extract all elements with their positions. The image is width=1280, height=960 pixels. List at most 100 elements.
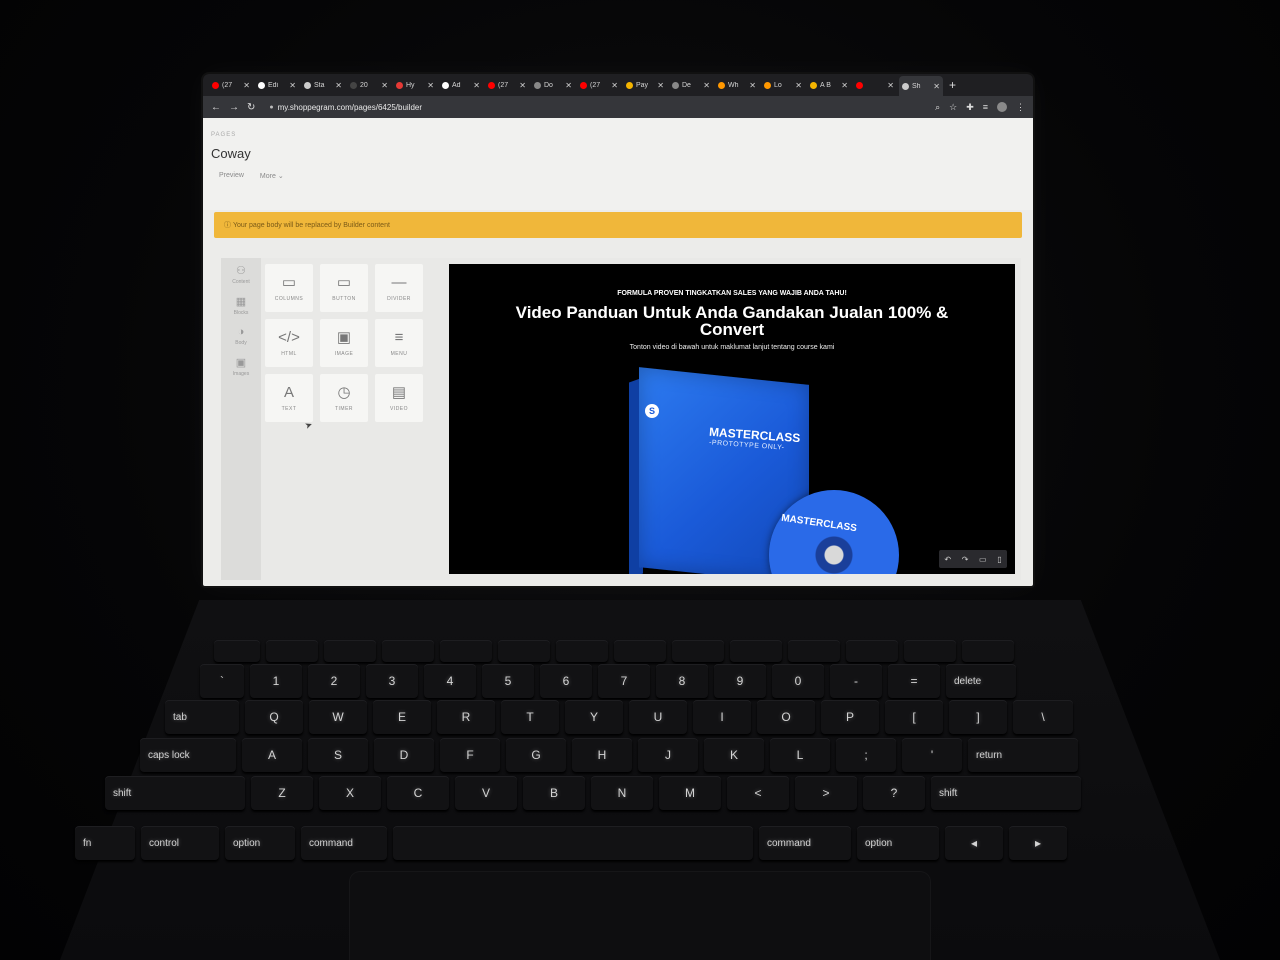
browser-tab[interactable]: De ✕ <box>669 77 713 93</box>
tool-divider[interactable]: — DIVIDER <box>375 264 423 312</box>
canvas-kicker[interactable]: FORMULA PROVEN TINGKATKAN SALES YANG WAJ… <box>449 290 1015 297</box>
tool-label: COLUMNS <box>274 296 304 302</box>
chevron-down-icon: ⌄ <box>277 173 284 180</box>
close-icon[interactable]: ✕ <box>519 81 526 90</box>
kebab-menu-icon[interactable]: ⋮ <box>1016 102 1025 113</box>
rail-item-images[interactable]: ▣ Images <box>233 356 249 377</box>
menu-icon: ≡ <box>394 329 404 346</box>
browser-tab[interactable]: Edi ✕ <box>255 77 299 93</box>
search-icon[interactable]: ⌕ <box>935 102 940 113</box>
close-icon[interactable]: ✕ <box>657 81 664 90</box>
close-icon[interactable]: ✕ <box>611 81 618 90</box>
forward-arrow-icon[interactable]: → <box>229 102 239 113</box>
close-icon[interactable]: ✕ <box>243 81 250 90</box>
brand-logo-icon: S <box>645 404 659 418</box>
close-icon[interactable]: ✕ <box>841 81 848 90</box>
browser-tab[interactable]: 20 ✕ <box>347 77 391 93</box>
playlist-icon[interactable]: ≡ <box>983 102 988 112</box>
tool-menu[interactable]: ≡ MENU <box>375 319 423 367</box>
canvas-subtext[interactable]: Tonton video di bawah untuk maklumat lan… <box>449 344 1015 351</box>
tool-label: TEXT <box>281 406 297 412</box>
browser-tab[interactable]: Pay ✕ <box>623 77 667 93</box>
trackpad[interactable] <box>350 872 930 960</box>
desktop-view-icon[interactable]: ▭ <box>979 555 987 564</box>
tool-button[interactable]: ▭ BUTTON <box>320 264 368 312</box>
builder-side-rail: ⚇ Content ▦ Blocks ◑ Body ▣ Images <box>221 258 261 580</box>
profile-avatar[interactable] <box>997 102 1007 112</box>
tool-label: TIMER <box>334 406 354 412</box>
tab-title: (27 <box>590 81 601 89</box>
reload-icon[interactable]: ↻ <box>247 102 255 113</box>
browser-tab[interactable]: Lo ✕ <box>761 77 805 93</box>
browser-tab[interactable]: Sh ✕ <box>899 76 943 96</box>
tool-video[interactable]: ▤ VIDEO <box>375 374 423 422</box>
page-builder: ⚇ Content ▦ Blocks ◑ Body ▣ Images ▭ COLUMNS ▭ BUT… <box>221 258 1021 580</box>
browser-tab[interactable]: Ad ✕ <box>439 77 483 93</box>
warning-banner: ⓘ Your page body will be replaced by Bui… <box>214 212 1022 238</box>
browser-tab[interactable]: (27 ✕ <box>577 77 621 93</box>
rail-item-blocks[interactable]: ▦ Blocks <box>234 295 249 316</box>
more-dropdown[interactable]: More ⌄ <box>260 172 284 180</box>
tool-html[interactable]: </> HTML <box>265 319 313 367</box>
tool-text[interactable]: A TEXT <box>265 374 313 422</box>
rail-item-label: Images <box>232 371 250 377</box>
close-icon[interactable]: ✕ <box>427 81 434 90</box>
tab-favicon-icon <box>258 81 265 89</box>
browser-tab[interactable]: Wh ✕ <box>715 77 759 93</box>
canvas-headline[interactable]: Video Panduan Untuk Anda Gandakan Jualan… <box>499 304 965 338</box>
close-icon[interactable]: ✕ <box>887 81 894 90</box>
browser-tab[interactable]: Do ✕ <box>531 77 575 93</box>
browser-tab[interactable]: (27 ✕ <box>209 77 253 93</box>
new-tab-icon[interactable]: + <box>949 78 956 92</box>
divider-icon: — <box>391 274 407 291</box>
tool-columns[interactable]: ▭ COLUMNS <box>265 264 313 312</box>
close-icon[interactable]: ✕ <box>795 81 802 90</box>
undo-icon[interactable]: ↶ <box>944 555 951 564</box>
canvas-controls: ↶ ↷ ▭ ▯ <box>939 550 1007 568</box>
close-icon[interactable]: ✕ <box>565 81 572 90</box>
close-icon[interactable]: ✕ <box>335 81 342 90</box>
close-icon[interactable]: ✕ <box>703 81 710 90</box>
breadcrumb[interactable]: PAGES <box>211 132 236 138</box>
tool-timer[interactable]: ◷ TIMER <box>320 374 368 422</box>
mobile-view-icon[interactable]: ▯ <box>997 555 1001 564</box>
laptop-screen: (27 ✕ Edi ✕ Sta ✕ 20 ✕ Hy ✕ Ad ✕ (27 ✕ Do ✕ (27 ✕ Pay ✕ De ✕ W… <box>203 74 1033 586</box>
tool-label: MENU <box>390 351 408 357</box>
tool-label: BUTTON <box>332 296 356 302</box>
tab-title: Ad <box>452 81 461 89</box>
rail-item-label: Content <box>232 279 250 285</box>
close-icon[interactable]: ✕ <box>933 82 940 91</box>
close-icon[interactable]: ✕ <box>473 81 480 90</box>
extensions-icon[interactable]: ✚ <box>966 102 974 113</box>
tab-title: Sta <box>314 81 325 89</box>
preview-link[interactable]: Preview <box>219 172 244 180</box>
tab-title: 20 <box>360 81 368 89</box>
tab-title: Wh <box>728 81 739 89</box>
builder-canvas[interactable]: FORMULA PROVEN TINGKATKAN SALES YANG WAJ… <box>449 264 1015 574</box>
tool-image[interactable]: ▣ IMAGE <box>320 319 368 367</box>
back-arrow-icon[interactable]: ← <box>211 102 221 113</box>
browser-tab[interactable]: (27 ✕ <box>485 77 529 93</box>
redo-icon[interactable]: ↷ <box>962 555 969 564</box>
image-icon: ▣ <box>336 329 352 346</box>
rail-item-label: Blocks <box>233 310 249 316</box>
tab-favicon-icon <box>764 81 771 89</box>
close-icon[interactable]: ✕ <box>381 81 388 90</box>
close-icon[interactable]: ✕ <box>749 81 756 90</box>
page-viewport: PAGES Coway Preview More ⌄ ⓘ Your page b… <box>203 118 1033 586</box>
rail-item-body[interactable]: ◑ Body <box>235 326 246 346</box>
browser-tab[interactable]: ✕ <box>853 77 897 93</box>
browser-tab[interactable]: Hy ✕ <box>393 77 437 93</box>
browser-tab[interactable]: Sta ✕ <box>301 77 345 93</box>
tab-title: (27 <box>222 81 233 89</box>
star-icon[interactable]: ☆ <box>949 102 957 113</box>
browser-tab[interactable]: A B ✕ <box>807 77 851 93</box>
columns-icon: ▭ <box>281 274 297 291</box>
tab-favicon-icon <box>580 81 587 89</box>
rail-item-content[interactable]: ⚇ Content <box>232 264 250 285</box>
shapes-icon: ⚇ <box>236 265 246 277</box>
tab-title: Pay <box>636 81 649 89</box>
address-bar[interactable]: ● my.shoppegram.com/pages/6425/builder <box>269 103 926 112</box>
tab-favicon-icon <box>304 81 311 89</box>
close-icon[interactable]: ✕ <box>289 81 296 90</box>
